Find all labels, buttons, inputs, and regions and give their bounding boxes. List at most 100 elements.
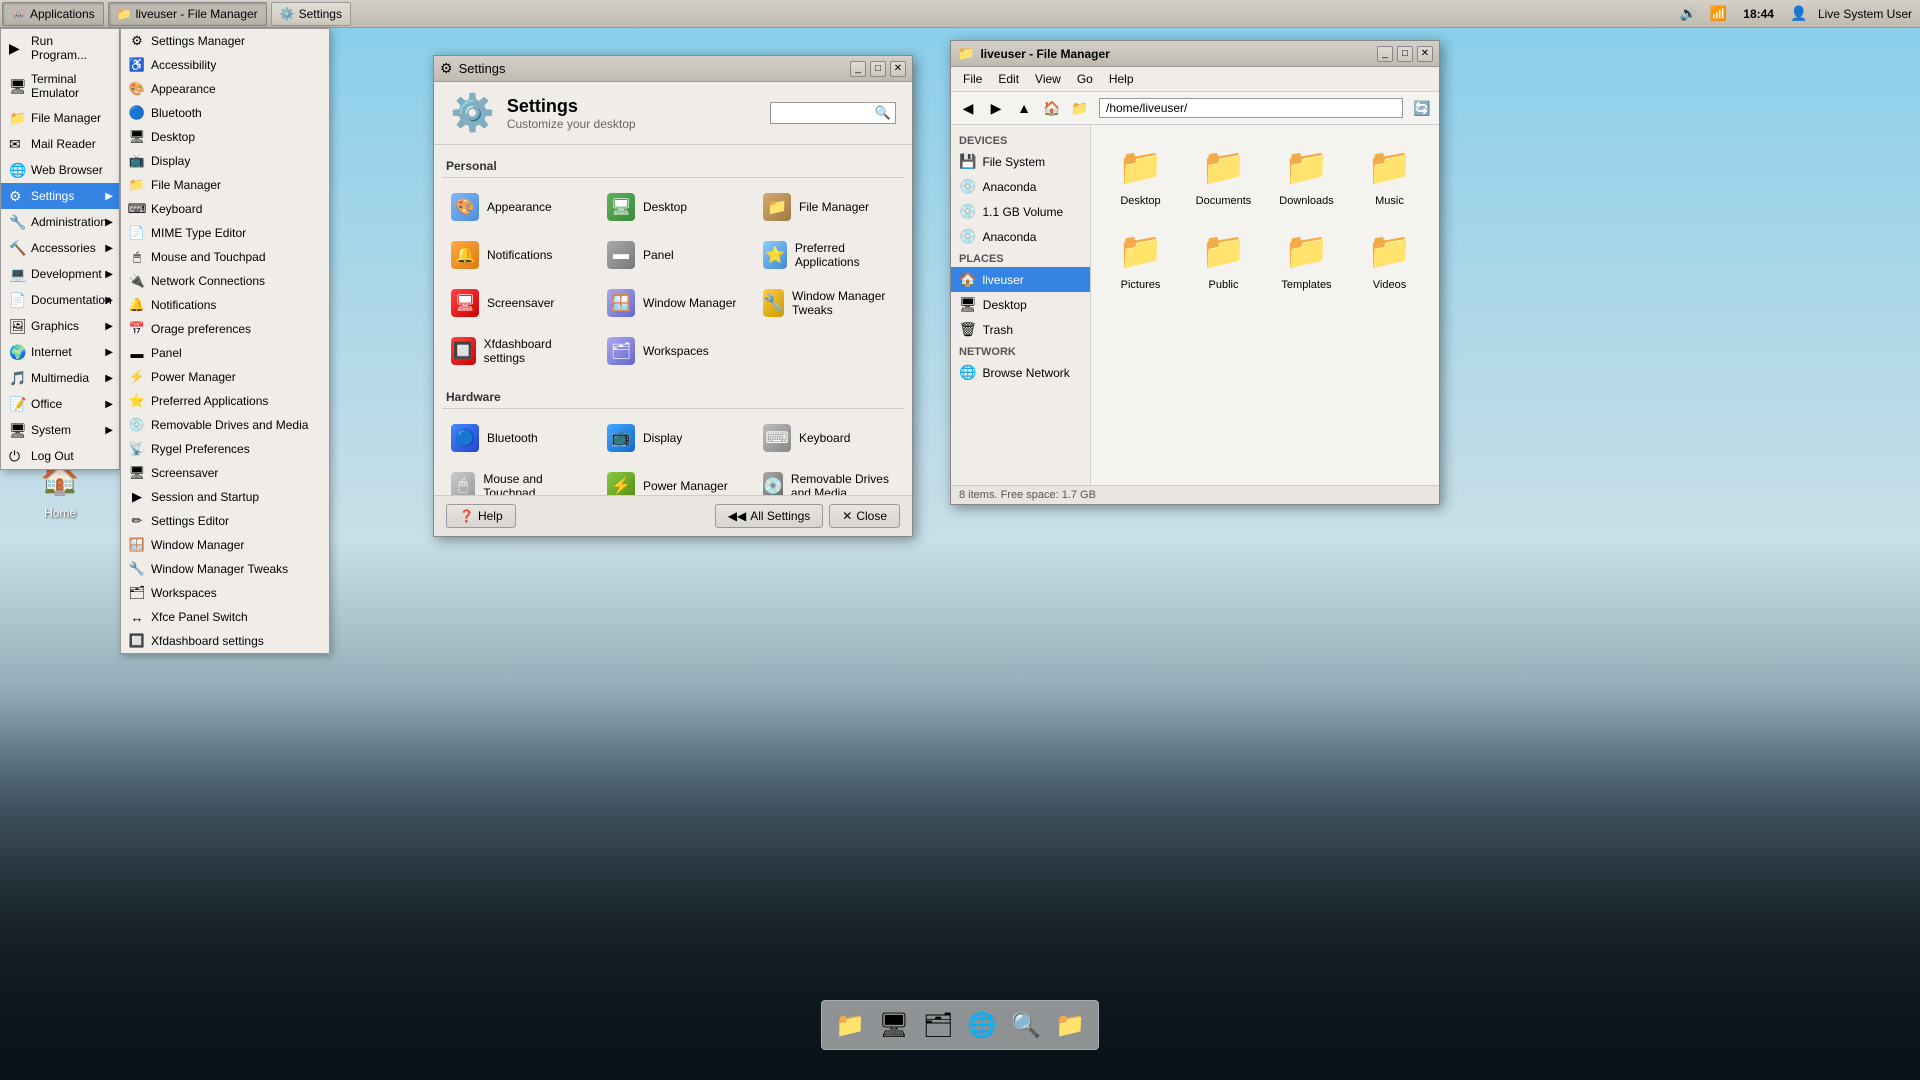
submenu-screensaver[interactable]: 🖥 Screensaver [121,461,329,485]
fm-menu-edit[interactable]: Edit [990,69,1027,89]
tray-user-icon[interactable]: 👤 [1788,3,1810,25]
fm-sidebar-desktop[interactable]: 🖥 Desktop [951,292,1090,317]
fm-menu-help[interactable]: Help [1101,69,1142,89]
menu-item-settings[interactable]: ⚙ Settings ▶ [1,183,119,209]
fm-menu-go[interactable]: Go [1069,69,1101,89]
dock-item-terminal[interactable]: 🖥 [874,1005,914,1045]
settings-close-btn[interactable]: ✕ [890,61,906,77]
fm-sidebar-browse-network[interactable]: 🌐 Browse Network [951,360,1090,385]
tray-network-icon[interactable]: 🔊 [1677,3,1699,25]
menu-item-multimedia[interactable]: 🎵 Multimedia ▶ [1,365,119,391]
settings-help-btn[interactable]: ❓ Help [446,504,516,528]
submenu-mouse[interactable]: 🖱 Mouse and Touchpad [121,245,329,269]
dock-item-browser[interactable]: 🌐 [962,1005,1002,1045]
submenu-session[interactable]: ▶ Session and Startup [121,485,329,509]
menu-item-accessories[interactable]: 🔨 Accessories ▶ [1,235,119,261]
settings-maximize-btn[interactable]: □ [870,61,886,77]
submenu-xfce-panel-switch[interactable]: ↔ Xfce Panel Switch [121,605,329,629]
fm-file-pictures[interactable]: 📁 Pictures [1103,221,1178,297]
settings-item-wmt[interactable]: 🔧 Window Manager Tweaks [754,282,904,324]
fm-sidebar-liveuser[interactable]: 🏠 liveuser [951,267,1090,292]
dock-item-files[interactable]: 📁 [830,1005,870,1045]
fm-back-btn[interactable]: ◀ [955,96,981,120]
dock-item-manager[interactable]: 🗂 [918,1005,958,1045]
submenu-power[interactable]: ⚡ Power Manager [121,365,329,389]
settings-item-wm[interactable]: 🪟 Window Manager [598,282,748,324]
settings-search-box[interactable]: 🔍 [770,102,896,124]
fm-up-btn[interactable]: ▲ [1011,96,1037,120]
settings-item-notifications[interactable]: 🔔 Notifications [442,234,592,276]
submenu-rygel[interactable]: 📡 Rygel Preferences [121,437,329,461]
fm-forward-btn[interactable]: ▶ [983,96,1009,120]
submenu-xfdashboard[interactable]: 🔲 Xfdashboard settings [121,629,329,653]
menu-item-admin[interactable]: 🔧 Administration ▶ [1,209,119,235]
fm-file-templates[interactable]: 📁 Templates [1269,221,1344,297]
fm-menu-file[interactable]: File [955,69,990,89]
fm-file-downloads[interactable]: 📁 Downloads [1269,137,1344,213]
settings-item-panel[interactable]: ▬ Panel [598,234,748,276]
settings-tab[interactable]: ⚙️ Settings [271,2,351,26]
submenu-wm[interactable]: 🪟 Window Manager [121,533,329,557]
submenu-wmt[interactable]: 🔧 Window Manager Tweaks [121,557,329,581]
settings-item-workspaces[interactable]: 🗂 Workspaces [598,330,748,372]
settings-item-screensaver[interactable]: 🖥 Screensaver [442,282,592,324]
settings-close-dialog-btn[interactable]: ✕ Close [829,504,900,528]
menu-item-run[interactable]: ▶ Run Program... [1,29,119,67]
submenu-appearance[interactable]: 🎨 Appearance [121,77,329,101]
dock-item-home[interactable]: 📁 [1050,1005,1090,1045]
menu-item-filemanager[interactable]: 📁 File Manager [1,105,119,131]
fm-file-documents[interactable]: 📁 Documents [1186,137,1261,213]
fm-close-btn[interactable]: ✕ [1417,46,1433,62]
fm-sidebar-anaconda2[interactable]: 💿 Anaconda [951,224,1090,249]
submenu-orage[interactable]: 📅 Orage preferences [121,317,329,341]
menu-item-documentation[interactable]: 📄 Documentation ▶ [1,287,119,313]
submenu-panel[interactable]: ▬ Panel [121,341,329,365]
menu-item-logout[interactable]: ⏻ Log Out [1,443,119,469]
submenu-mime[interactable]: 📄 MIME Type Editor [121,221,329,245]
fm-menu-view[interactable]: View [1027,69,1069,89]
fm-reload-btn[interactable]: 🔄 [1409,96,1435,120]
fm-home-btn[interactable]: 🏠 [1039,96,1065,120]
settings-item-display[interactable]: 📺 Display [598,417,748,459]
fm-file-music[interactable]: 📁 Music [1352,137,1427,213]
settings-item-mouse[interactable]: 🖱 Mouse and Touchpad [442,465,592,495]
submenu-notifications[interactable]: 🔔 Notifications [121,293,329,317]
settings-item-preferred[interactable]: ⭐ Preferred Applications [754,234,904,276]
submenu-removable[interactable]: 💿 Removable Drives and Media [121,413,329,437]
menu-item-development[interactable]: 💻 Development ▶ [1,261,119,287]
file-manager-tab[interactable]: 📁 liveuser - File Manager [108,2,267,26]
menu-item-mail[interactable]: ✉ Mail Reader [1,131,119,157]
submenu-desktop[interactable]: 🖥 Desktop [121,125,329,149]
fm-file-desktop[interactable]: 📁 Desktop [1103,137,1178,213]
submenu-display[interactable]: 📺 Display [121,149,329,173]
settings-search-input[interactable] [775,106,875,120]
fm-sidebar-filesystem[interactable]: 💾 File System [951,149,1090,174]
submenu-settings-manager[interactable]: ⚙ Settings Manager [121,29,329,53]
submenu-preferred[interactable]: ⭐ Preferred Applications [121,389,329,413]
menu-item-internet[interactable]: 🌍 Internet ▶ [1,339,119,365]
submenu-settings-editor[interactable]: ✏ Settings Editor [121,509,329,533]
settings-item-power[interactable]: ⚡ Power Manager [598,465,748,495]
settings-minimize-btn[interactable]: _ [850,61,866,77]
submenu-keyboard[interactable]: ⌨ Keyboard [121,197,329,221]
fm-file-public[interactable]: 📁 Public [1186,221,1261,297]
settings-item-removable[interactable]: 💿 Removable Drives and Media [754,465,904,495]
submenu-network[interactable]: 🔌 Network Connections [121,269,329,293]
settings-item-bluetooth[interactable]: 🔵 Bluetooth [442,417,592,459]
submenu-accessibility[interactable]: ♿ Accessibility [121,53,329,77]
settings-item-filemgr[interactable]: 📁 File Manager [754,186,904,228]
fm-sidebar-anaconda1[interactable]: 💿 Anaconda [951,174,1090,199]
settings-item-xfd[interactable]: 🔲 Xfdashboard settings [442,330,592,372]
settings-item-desktop[interactable]: 🖥 Desktop [598,186,748,228]
submenu-workspaces[interactable]: 🗂 Workspaces [121,581,329,605]
submenu-bluetooth[interactable]: 🔵 Bluetooth [121,101,329,125]
settings-item-appearance[interactable]: 🎨 Appearance [442,186,592,228]
fm-address-bar[interactable]: /home/liveuser/ [1099,98,1403,118]
tray-volume-icon[interactable]: 📶 [1707,3,1729,25]
submenu-filemanager[interactable]: 📁 File Manager [121,173,329,197]
dock-item-search[interactable]: 🔍 [1006,1005,1046,1045]
menu-item-terminal[interactable]: 🖥 Terminal Emulator [1,67,119,105]
fm-sidebar-trash[interactable]: 🗑 Trash [951,317,1090,342]
applications-menu-btn[interactable]: 🐭 Applications [2,2,104,26]
settings-item-keyboard[interactable]: ⌨ Keyboard [754,417,904,459]
